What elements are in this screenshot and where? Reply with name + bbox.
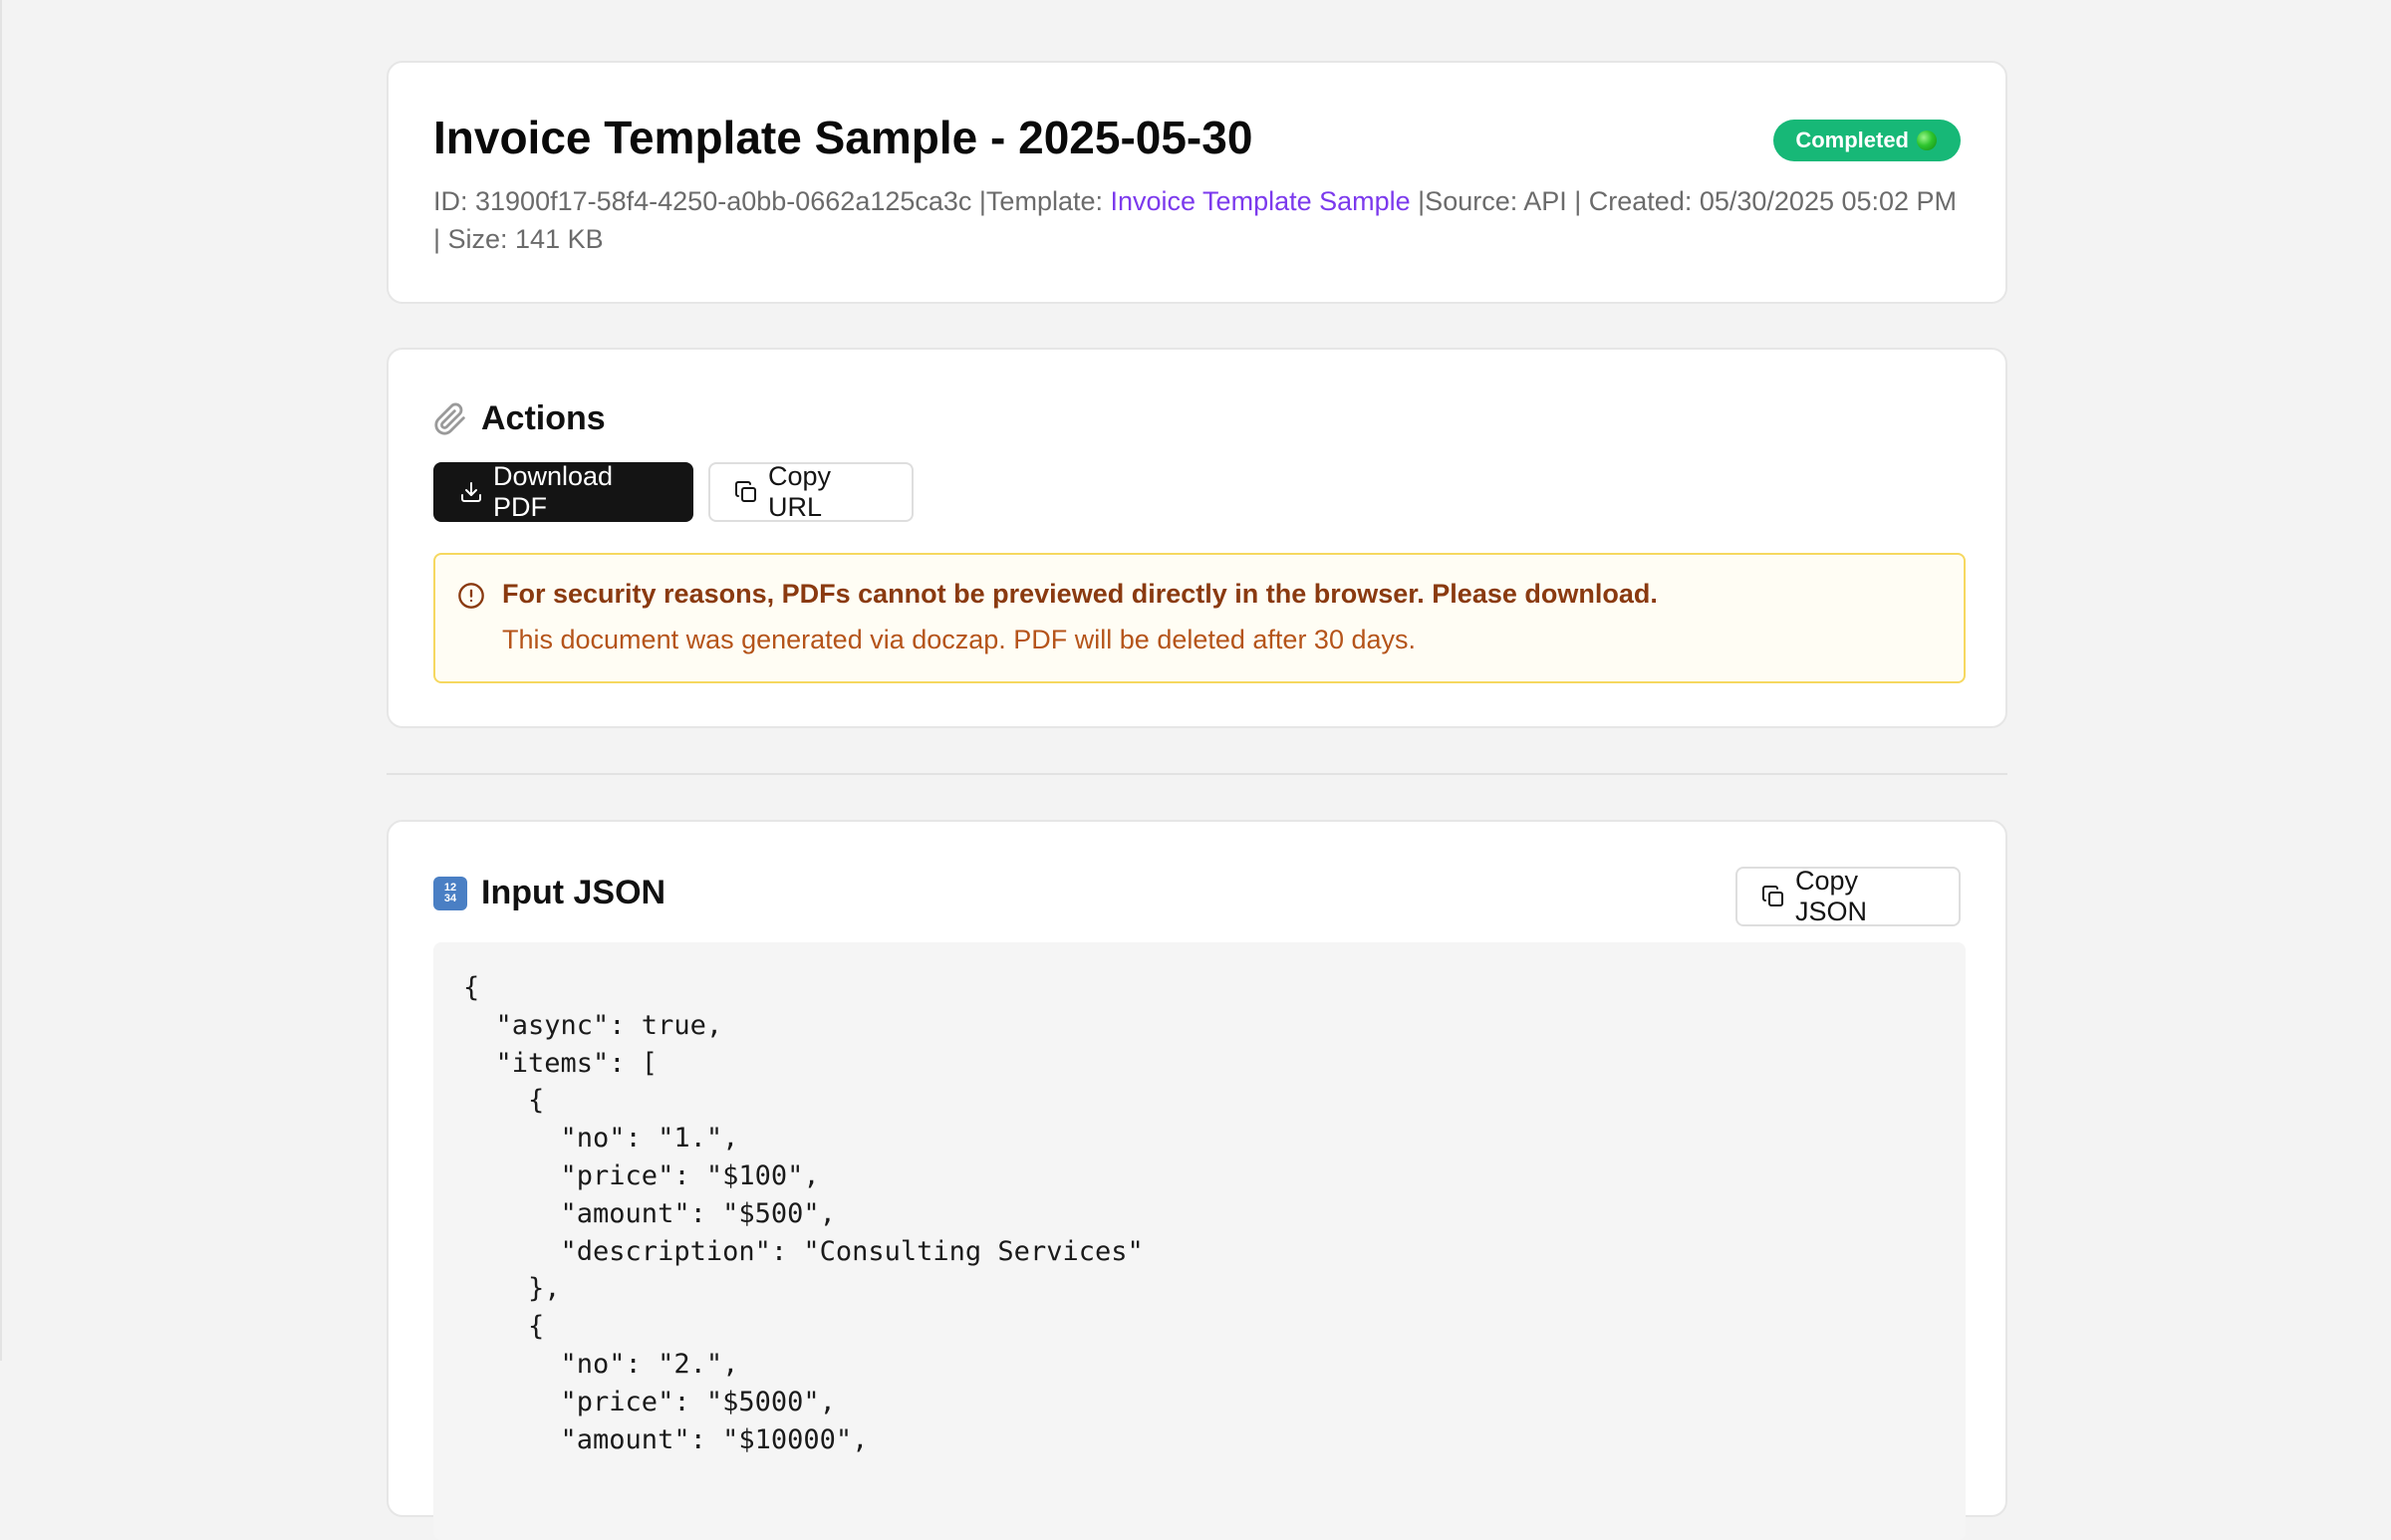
input-json-title: Input JSON [481,874,666,911]
paperclip-icon [433,402,467,436]
status-label: Completed [1795,128,1909,152]
copy-json-label: Copy JSON [1795,866,1868,926]
alert-text: This document was generated via doczap. … [502,625,1416,654]
download-icon [459,480,483,504]
document-meta: ID: 31900f17-58f4-4250-a0bb-0662a125ca3c… [433,182,1968,258]
alert-title: For security reasons, PDFs cannot be pre… [502,579,1658,609]
window-edge [0,0,2,1361]
green-circle-icon [1917,130,1937,150]
copy-url-label: Copy URL [768,461,832,522]
input-json-heading: 12 34 Input JSON [433,874,665,912]
alert-circle-icon [457,582,485,610]
document-header-card: Invoice Template Sample - 2025-05-30 Com… [387,61,2007,304]
copy-url-button[interactable]: Copy URL [708,461,914,522]
download-pdf-label: Download PDF [493,461,614,522]
page-title: Invoice Template Sample - 2025-05-30 [433,112,1253,163]
actions-heading: Actions [433,399,606,438]
copy-json-button[interactable]: Copy JSON [1735,866,1961,926]
download-pdf-button[interactable]: Download PDF [433,461,693,522]
meta-prefix: ID: 31900f17-58f4-4250-a0bb-0662a125ca3c… [433,186,1111,216]
copy-icon [734,480,758,504]
input-json-card: 12 34 Input JSON Copy JSON { "async": tru… [387,820,2007,1540]
actions-title: Actions [481,399,606,437]
status-badge: Completed [1773,120,1961,161]
input-numbers-icon: 12 34 [433,876,467,910]
json-code-block: { "async": true, "items": [ { "no": "1."… [433,942,1966,1540]
template-link[interactable]: Invoice Template Sample [1111,186,1411,216]
main-content: Invoice Template Sample - 2025-05-30 Com… [387,61,2007,1540]
copy-icon [1761,885,1785,908]
security-alert: For security reasons, PDFs cannot be pre… [433,553,1966,683]
actions-card: Actions Download PDF Copy URL For securi… [387,348,2007,728]
section-divider [387,773,2007,775]
